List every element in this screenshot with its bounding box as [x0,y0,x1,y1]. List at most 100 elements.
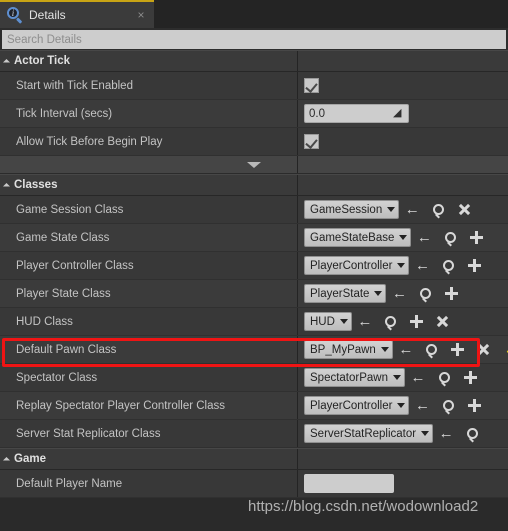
chevron-down-icon [397,403,406,408]
property-row: Server Stat Replicator Class ServerStatRe… [0,420,508,448]
class-picker-dropdown[interactable]: SpectatorPawn [304,368,405,387]
property-value [297,470,508,497]
number-value: 0.0 [309,107,325,120]
class-picker-value: PlayerState [310,287,370,300]
property-row: Replay Spectator Player Controller Class… [0,392,508,420]
back-arrow-icon[interactable]: ← [399,199,425,221]
new-plus-icon[interactable] [461,255,487,277]
class-picker-dropdown[interactable]: BP_MyPawn [304,340,393,359]
column-divider [297,51,298,71]
class-picker-value: PlayerController [310,259,393,272]
class-picker-dropdown[interactable]: GameSession [304,200,400,219]
browse-search-icon[interactable] [412,283,438,305]
section-title: Game [14,453,46,465]
class-picker-value: HUD [310,315,335,328]
back-arrow-icon[interactable]: ← [409,395,435,417]
chevron-down-icon [2,456,11,465]
back-arrow-icon[interactable]: ← [409,255,435,277]
property-value [297,128,508,155]
property-row: Default Player Name [0,470,508,498]
back-arrow-icon[interactable]: ← [352,311,378,333]
advanced-expander[interactable] [0,156,508,174]
section-title: Classes [14,179,58,191]
property-value: SpectatorPawn ← [297,364,508,391]
property-value: PlayerController ← [297,252,508,279]
class-picker-value: BP_MyPawn [310,343,376,356]
back-arrow-icon[interactable]: ← [405,367,431,389]
browse-search-icon[interactable] [425,199,451,221]
property-label: Game State Class [16,231,110,244]
chevron-down-icon [421,431,430,436]
chevron-down-icon [247,162,261,168]
section-header-actor-tick[interactable]: Actor Tick [0,50,508,72]
column-divider [297,175,298,195]
property-row: Allow Tick Before Begin Play [0,128,508,156]
class-picker-value: GameStateBase [310,231,395,244]
back-arrow-icon[interactable]: ← [393,339,419,361]
browse-search-icon[interactable] [435,395,461,417]
class-picker-dropdown[interactable]: PlayerState [304,284,387,303]
class-picker-value: GameSession [310,203,383,216]
new-plus-icon[interactable] [457,367,483,389]
chevron-down-icon [387,207,396,212]
clear-x-icon[interactable] [471,339,497,361]
browse-search-icon[interactable] [378,311,404,333]
class-picker-dropdown[interactable]: PlayerController [304,396,410,415]
reset-to-default-icon[interactable]: ↲ [497,339,508,361]
chevron-down-icon [2,58,11,67]
new-plus-icon[interactable] [461,395,487,417]
column-divider [297,156,298,173]
section-header-game[interactable]: Game [0,448,508,470]
column-divider [297,449,298,469]
tab-details[interactable]: Details × [0,0,154,28]
class-picker-value: ServerStatReplicator [310,427,417,440]
clear-x-icon[interactable] [430,311,456,333]
close-icon[interactable]: × [134,9,148,21]
back-arrow-icon[interactable]: ← [433,423,459,445]
back-arrow-icon[interactable]: ← [411,227,437,249]
new-plus-icon[interactable] [404,311,430,333]
property-value [297,72,508,99]
section-header-classes[interactable]: Classes [0,174,508,196]
property-value: GameSession ← [297,196,508,223]
new-plus-icon[interactable] [463,227,489,249]
details-magnifier-icon [7,7,23,24]
browse-search-icon[interactable] [419,339,445,361]
clear-x-icon[interactable] [451,199,477,221]
class-picker-dropdown[interactable]: ServerStatReplicator [304,424,434,443]
property-row: Player State Class PlayerState ← [0,280,508,308]
browse-search-icon[interactable] [459,423,485,445]
checkbox[interactable] [304,134,319,149]
browse-search-icon[interactable] [431,367,457,389]
browse-search-icon[interactable] [437,227,463,249]
watermark: https://blog.csdn.net/wodownload2 [248,498,479,515]
property-row: Game State Class GameStateBase ← [0,224,508,252]
property-value: ServerStatReplicator ← [297,420,508,447]
property-label: Player Controller Class [16,259,134,272]
checkbox[interactable] [304,78,319,93]
number-input[interactable]: 0.0 ◢ [304,104,409,123]
class-picker-value: SpectatorPawn [310,371,388,384]
chevron-down-icon [380,347,389,352]
drag-handle-icon[interactable]: ◢ [393,108,404,119]
browse-search-icon[interactable] [435,255,461,277]
new-plus-icon[interactable] [438,283,464,305]
property-row: Game Session Class GameSession ← [0,196,508,224]
chevron-down-icon [397,263,406,268]
chevron-down-icon [393,375,401,380]
property-value: GameStateBase ← [297,224,508,251]
new-plus-icon[interactable] [445,339,471,361]
class-picker-value: PlayerController [310,399,393,412]
class-picker-dropdown[interactable]: PlayerController [304,256,410,275]
property-label: Player State Class [16,287,111,300]
property-label: Tick Interval (secs) [16,107,113,120]
property-row: HUD Class HUD ← [0,308,508,336]
text-input[interactable] [304,474,394,493]
search-input[interactable] [2,30,506,49]
class-picker-dropdown[interactable]: GameStateBase [304,228,412,247]
class-picker-dropdown[interactable]: HUD [304,312,352,331]
back-arrow-icon[interactable]: ← [386,283,412,305]
tab-bar: Details × [0,0,508,28]
property-value: PlayerController ← [297,392,508,419]
property-value: HUD ← [297,308,508,335]
